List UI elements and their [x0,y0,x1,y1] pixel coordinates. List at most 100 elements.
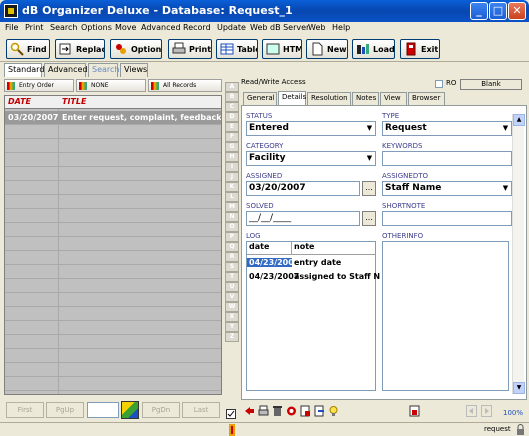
print-button[interactable]: Print [168,39,212,59]
maximize-button[interactable]: □ [489,2,507,20]
alpha-h[interactable]: H [225,152,239,162]
blank-button[interactable]: Blank [460,79,522,90]
alpha-l[interactable]: L [225,192,239,202]
solved-date-input[interactable]: __/__/____ [246,211,360,226]
abc-icon[interactable] [121,401,139,419]
alpha-p[interactable]: P [225,232,239,242]
log-table[interactable]: date note 04/23/2007 entry date 04/23/20… [246,241,380,391]
arrow-left-icon[interactable] [244,405,255,417]
load-button[interactable]: Load [352,39,395,59]
assigned-date-input[interactable]: 03/20/2007 [246,181,360,196]
assigned-date-picker-button[interactable]: ... [362,181,376,196]
alpha-e[interactable]: E [225,122,239,132]
chevron-down-icon[interactable]: ▼ [364,122,375,135]
keywords-input[interactable] [382,151,512,166]
menu-search[interactable]: Search [50,23,77,32]
find-button[interactable]: Find [6,39,50,59]
alpha-t[interactable]: T [225,272,239,282]
close-button[interactable]: ✕ [508,2,526,20]
tab-advanced[interactable]: Advanced [44,63,88,77]
menu-print[interactable]: Print [25,23,43,32]
menu-web-db-server[interactable]: Web dB Server [250,23,309,32]
details-scrollbar[interactable]: ▲ ▼ [512,114,525,394]
menu-file[interactable]: File [5,23,18,32]
assignedto-select[interactable]: Staff Name ▼ [382,181,512,196]
category-select[interactable]: Facility ▼ [246,151,376,166]
log-column-note[interactable]: note [292,242,376,255]
alpha-u[interactable]: U [225,282,239,292]
alpha-w[interactable]: W [225,302,239,312]
minimize-button[interactable]: _ [470,2,488,20]
all-records-button[interactable]: All Records [148,79,222,92]
alpha-i[interactable]: I [225,162,239,172]
alpha-s[interactable]: S [225,262,239,272]
new-button[interactable]: New [306,39,348,59]
menu-record[interactable]: Record [183,23,211,32]
log-row[interactable]: 04/23/2007 assigned to Staff N [247,270,380,284]
table-button[interactable]: Table [216,39,258,59]
menu-update[interactable]: Update [217,23,246,32]
trash-icon[interactable] [272,405,283,417]
first-button[interactable]: First [6,402,44,418]
tab-general[interactable]: General [243,92,277,105]
alpha-m[interactable]: M [225,202,239,212]
lightbulb-icon[interactable] [328,405,339,417]
chevron-down-icon[interactable]: ▼ [364,152,375,165]
tab-standard[interactable]: Standard [4,63,44,77]
checkbox-icon[interactable] [226,409,236,419]
menu-help[interactable]: Help [332,23,350,32]
menu-move[interactable]: Move [115,23,136,32]
replace-button[interactable]: Replace [55,39,105,59]
tab-browser[interactable]: Browser [408,92,445,105]
table-row[interactable]: 03/20/2007 Enter request, complaint, fee… [5,111,221,125]
record-tool-icon[interactable] [300,405,311,417]
tab-resolution[interactable]: Resolution [307,92,351,105]
pgdn-button[interactable]: PgDn [142,402,180,418]
log-column-date[interactable]: date [247,242,292,255]
sort-none-button[interactable]: NONE [76,79,146,92]
options-button[interactable]: Options [110,39,162,59]
alpha-q[interactable]: Q [225,242,239,252]
alpha-a[interactable]: A [225,82,239,92]
column-header-title[interactable]: TITLE [62,97,86,106]
record-grid[interactable]: DATE TITLE 03/20/2007 Enter request, com… [4,95,222,395]
log-row[interactable]: 04/23/2007 entry date [247,256,375,270]
tab-view[interactable]: View [380,92,407,105]
alpha-o[interactable]: O [225,222,239,232]
printer-icon[interactable] [258,405,269,417]
record-number-input[interactable] [87,402,119,418]
chevron-down-icon[interactable]: ▼ [500,122,511,135]
alpha-k[interactable]: K [225,182,239,192]
solved-date-picker-button[interactable]: ... [362,211,376,226]
alpha-x[interactable]: X [225,312,239,322]
chevron-down-icon[interactable]: ▼ [500,182,511,195]
alpha-z[interactable]: Z [225,332,239,342]
scroll-up-icon[interactable]: ▲ [513,114,525,126]
next-record-icon[interactable] [481,405,492,417]
alpha-d[interactable]: D [225,112,239,122]
alpha-g[interactable]: G [225,142,239,152]
html-button[interactable]: HTML [262,39,302,59]
tab-search[interactable]: Search [88,63,119,77]
entry-order-button[interactable]: Entry Order [4,79,74,92]
tab-views[interactable]: Views [120,63,148,77]
tab-details[interactable]: Details [278,91,306,105]
ro-checkbox[interactable] [435,80,443,88]
type-select[interactable]: Request ▼ [382,121,512,136]
last-button[interactable]: Last [182,402,220,418]
alpha-b[interactable]: B [225,92,239,102]
exit-button[interactable]: Exit [400,39,440,59]
pgup-button[interactable]: PgUp [46,402,84,418]
column-header-date[interactable]: DATE [8,97,31,106]
alpha-j[interactable]: J [225,172,239,182]
menu-advanced[interactable]: Advanced [141,23,181,32]
alpha-f[interactable]: F [225,132,239,142]
alpha-r[interactable]: R [225,252,239,262]
shortnote-input[interactable] [382,211,512,226]
status-select[interactable]: Entered ▼ [246,121,376,136]
export-icon[interactable] [314,405,325,417]
clipboard-icon[interactable] [409,405,420,417]
prev-record-icon[interactable] [466,405,477,417]
alpha-c[interactable]: C [225,102,239,112]
scroll-down-icon[interactable]: ▼ [513,382,525,394]
